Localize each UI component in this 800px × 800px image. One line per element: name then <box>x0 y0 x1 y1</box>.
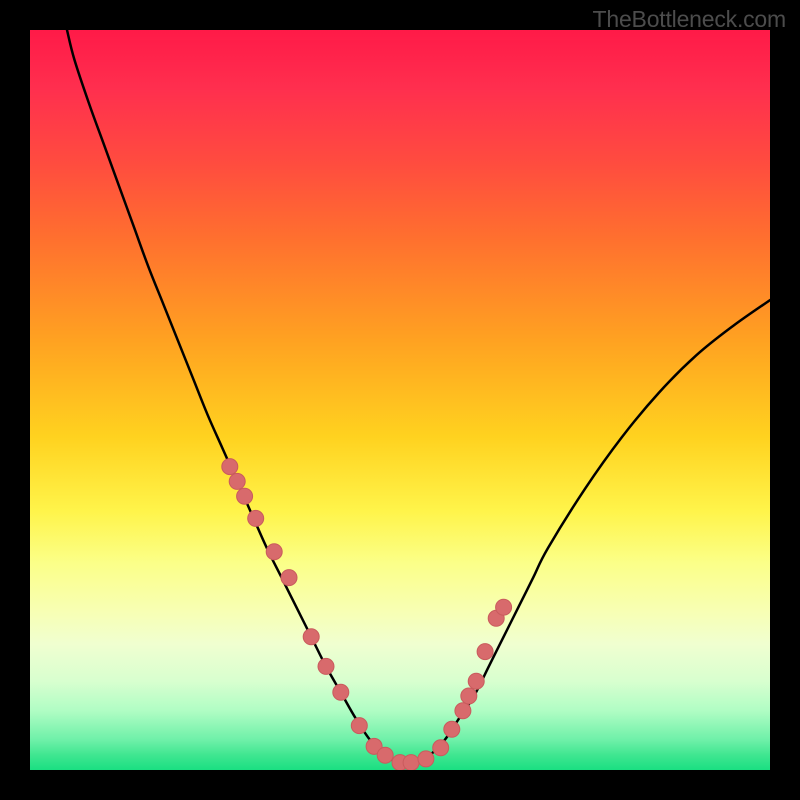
data-marker <box>229 473 245 489</box>
data-marker <box>418 751 434 767</box>
chart-frame: TheBottleneck.com <box>0 0 800 800</box>
data-marker <box>333 684 349 700</box>
plot-area <box>30 30 770 770</box>
data-marker <box>403 755 419 770</box>
data-marker <box>303 629 319 645</box>
watermark-text: TheBottleneck.com <box>593 6 786 33</box>
data-marker <box>477 644 493 660</box>
data-marker <box>248 510 264 526</box>
curve-layer <box>30 30 770 770</box>
data-marker <box>468 673 484 689</box>
data-marker <box>351 718 367 734</box>
data-marker <box>281 570 297 586</box>
data-marker <box>444 721 460 737</box>
data-marker <box>222 459 238 475</box>
bottleneck-curve <box>67 30 770 764</box>
data-marker <box>318 658 334 674</box>
data-marker <box>433 740 449 756</box>
data-marker <box>237 488 253 504</box>
data-marker <box>266 544 282 560</box>
data-marker <box>377 747 393 763</box>
data-marker <box>461 688 477 704</box>
data-marker <box>496 599 512 615</box>
data-marker <box>455 703 471 719</box>
